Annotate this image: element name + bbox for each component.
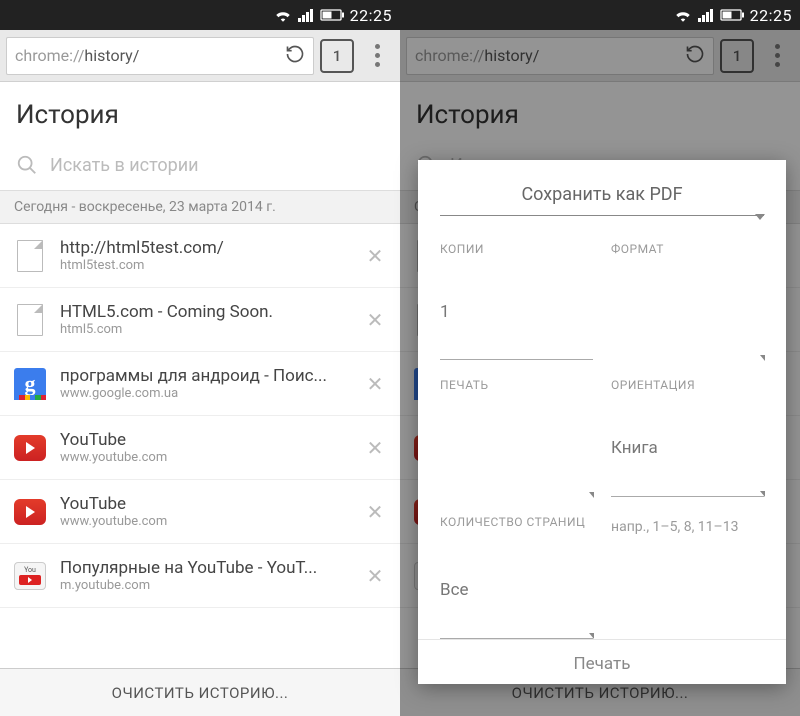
copies-label: КОПИИ [440,242,593,292]
history-item-url: html5.com [60,322,346,337]
history-item-title: HTML5.com - Coming Soon. [60,302,346,322]
youtube-icon [14,499,46,525]
history-item-url: m.youtube.com [60,578,346,593]
google-icon: g [14,368,46,400]
dialog-title: Сохранить как PDF [418,160,786,215]
remove-history-item-button[interactable]: ✕ [360,436,390,460]
pages-label: КОЛИЧЕСТВО СТРАНИЦ [440,515,593,571]
signal-icon [698,8,714,22]
date-header: Сегодня - воскресенье, 23 марта 2014 г. [0,190,400,224]
history-item[interactable]: HTML5.com - Coming Soon. html5.com ✕ [0,288,400,352]
youtube-icon [14,435,46,461]
orientation-spinner[interactable]: Книга [611,434,764,497]
history-item-url: html5test.com [60,258,346,273]
url-scheme: chrome:// [15,46,84,65]
history-item-title: YouTube [60,430,346,450]
tab-count: 1 [333,47,342,65]
clock-text: 22:25 [750,6,792,25]
remove-history-item-button[interactable]: ✕ [360,372,390,396]
print-button[interactable]: Печать [418,639,786,684]
phone-right: 22:25 chrome://history/ 1 История Искать… [400,0,800,716]
page-title: История [0,82,400,144]
document-icon [17,240,43,272]
clock-text: 22:25 [350,6,392,25]
print-label: ПЕЧАТЬ [440,378,593,428]
history-item[interactable]: You Популярные на YouTube - YouT... m.yo… [0,544,400,608]
history-page: История Искать в истории Сегодня - воскр… [0,82,400,716]
history-item-title: YouTube [60,494,346,514]
history-item-title: Популярные на YouTube - YouT... [60,558,346,578]
history-item-url: www.youtube.com [60,450,346,465]
pages-spinner[interactable]: Все [440,576,593,639]
search-input[interactable]: Искать в истории [0,144,400,190]
history-item[interactable]: g программы для андроид - Поис... www.go… [0,352,400,416]
reload-icon[interactable] [285,44,305,68]
wifi-icon [674,8,692,22]
history-item[interactable]: YouTube www.youtube.com ✕ [0,480,400,544]
document-icon [17,304,43,336]
save-as-pdf-dialog: Сохранить как PDF КОПИИ ФОРМАТ 1 ПЕЧАТЬ … [418,160,786,684]
history-item[interactable]: http://html5test.com/ html5test.com ✕ [0,224,400,288]
remove-history-item-button[interactable]: ✕ [360,244,390,268]
battery-icon [720,9,744,21]
clear-history-button[interactable]: ОЧИСТИТЬ ИСТОРИЮ... [0,668,400,716]
print-spinner[interactable] [440,434,593,497]
search-icon [16,154,38,176]
history-item-url: www.youtube.com [60,514,346,529]
browser-toolbar: chrome://history/ 1 [0,30,400,82]
wifi-icon [274,8,292,22]
pages-hint: напр., 1–5, 8, 11–13 [611,515,764,571]
remove-history-item-button[interactable]: ✕ [360,564,390,588]
signal-icon [298,8,314,22]
phone-left: 22:25 chrome://history/ 1 История Искать… [0,0,400,716]
history-list: http://html5test.com/ html5test.com ✕ HT… [0,224,400,668]
format-spinner[interactable] [611,298,764,361]
remove-history-item-button[interactable]: ✕ [360,500,390,524]
search-placeholder: Искать в истории [50,155,199,176]
status-bar: 22:25 [0,0,400,30]
history-item-title: http://html5test.com/ [60,238,346,258]
orientation-label: ОРИЕНТАЦИЯ [611,378,764,428]
format-label: ФОРМАТ [611,242,764,292]
menu-button[interactable] [360,39,394,73]
tabs-button[interactable]: 1 [320,39,354,73]
remove-history-item-button[interactable]: ✕ [360,308,390,332]
copies-field[interactable]: 1 [440,298,593,361]
youtube-mobile-icon: You [14,562,46,590]
dialog-title-underline [440,215,764,216]
history-item-title: программы для андроид - Поис... [60,366,346,386]
history-item[interactable]: YouTube www.youtube.com ✕ [0,416,400,480]
history-item-url: www.google.com.ua [60,386,346,401]
url-path: history/ [84,46,139,65]
address-bar[interactable]: chrome://history/ [6,37,314,75]
dialog-body: КОПИИ ФОРМАТ 1 ПЕЧАТЬ ОРИЕНТАЦИЯ Книга К… [418,224,786,639]
battery-icon [320,9,344,21]
status-bar: 22:25 [400,0,800,30]
